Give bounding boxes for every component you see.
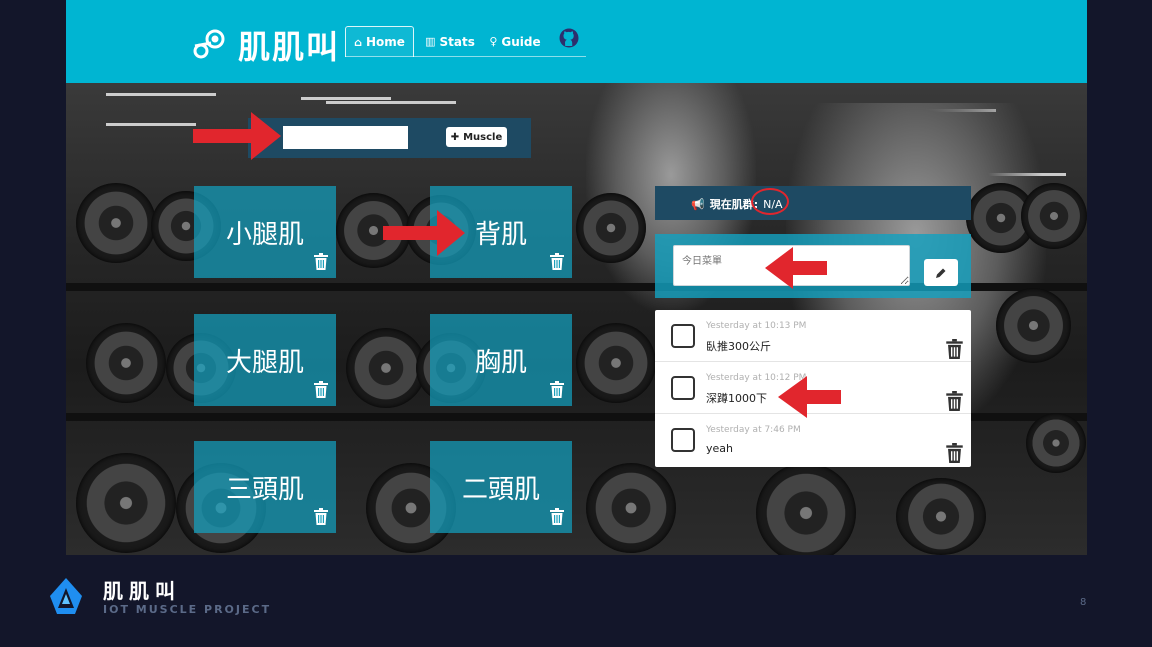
trash-icon[interactable]	[946, 443, 963, 463]
page-number: 8	[1080, 597, 1087, 608]
weight-plate	[76, 453, 176, 553]
add-muscle-button[interactable]: ✚ Muscle	[446, 127, 507, 147]
todo-item: Yesterday at 10:13 PM 臥推300公斤	[655, 310, 971, 362]
muscle-card-label: 小腿肌	[225, 220, 304, 250]
weight-plate	[576, 193, 646, 263]
add-muscle-bar: ✚ Muscle	[248, 118, 531, 158]
ceiling-light	[106, 123, 196, 126]
megaphone-icon: 📢	[691, 197, 705, 211]
tab-guide-label: Guide	[501, 34, 541, 49]
muscle-card-label: 二頭肌	[461, 475, 540, 505]
footer-title: 肌肌叫	[103, 579, 181, 603]
tab-guide[interactable]: ♀ Guide	[485, 26, 545, 57]
brand-title[interactable]: 肌肌叫	[238, 22, 340, 68]
annotation-arrow	[193, 112, 281, 160]
trash-icon[interactable]	[314, 381, 328, 398]
muscle-card-triceps[interactable]: 三頭肌	[194, 441, 336, 533]
steam-logo-icon	[193, 29, 225, 59]
ceiling-light	[326, 101, 456, 104]
todo-text: yeah	[706, 442, 733, 455]
todo-timestamp: Yesterday at 7:46 PM	[706, 425, 801, 435]
trash-icon[interactable]	[946, 391, 963, 411]
add-muscle-button-label: Muscle	[463, 131, 503, 143]
muscle-card-label: 三頭肌	[225, 475, 304, 505]
weight-plate	[896, 478, 986, 555]
trash-icon[interactable]	[946, 339, 963, 359]
tab-stats[interactable]: ▥ Stats	[421, 26, 479, 57]
submit-menu-button[interactable]	[924, 259, 958, 286]
todo-item: Yesterday at 7:46 PM yeah	[655, 414, 971, 466]
trash-icon[interactable]	[550, 253, 564, 270]
nav-tabs: ⌂ Home ▥ Stats ♀ Guide	[345, 26, 586, 57]
weight-plate	[1021, 183, 1087, 249]
weight-plate	[86, 323, 166, 403]
muscle-card-label: 大腿肌	[225, 348, 304, 378]
muscle-card-label: 胸肌	[474, 348, 527, 378]
tab-stats-label: Stats	[439, 34, 475, 49]
annotation-arrow	[765, 247, 827, 289]
todo-checkbox[interactable]	[671, 428, 695, 452]
slide-frame: 肌肌叫 ⌂ Home ▥ Stats ♀ Guide ✚ Muscle 小腿肌 …	[0, 0, 1152, 647]
annotation-arrow	[778, 376, 841, 418]
weight-plate	[76, 183, 156, 263]
trash-icon[interactable]	[314, 253, 328, 270]
current-muscle-status: 📢 現在肌群: N/A	[655, 186, 971, 220]
todo-text: 深蹲1000下	[706, 392, 767, 405]
pencil-icon	[936, 268, 946, 278]
app-screenshot: 肌肌叫 ⌂ Home ▥ Stats ♀ Guide ✚ Muscle 小腿肌 …	[66, 0, 1087, 555]
weight-plate	[576, 323, 656, 403]
trash-icon[interactable]	[550, 381, 564, 398]
ceiling-light	[301, 97, 391, 100]
top-navbar: 肌肌叫 ⌂ Home ▥ Stats ♀ Guide	[66, 0, 1087, 83]
todo-text: 臥推300公斤	[706, 340, 771, 353]
ceiling-light	[106, 93, 216, 96]
tab-home-label: Home	[365, 35, 405, 49]
weight-plate	[346, 328, 426, 408]
weight-plate	[996, 288, 1071, 363]
home-icon: ⌂	[354, 35, 362, 49]
footer-subtitle: IOT MUSCLE PROJECT	[103, 603, 272, 616]
project-logo-icon	[50, 578, 82, 614]
plus-icon: ✚	[450, 131, 460, 143]
weight-plate	[586, 463, 676, 553]
todo-checkbox[interactable]	[671, 376, 695, 400]
annotation-arrow	[383, 210, 465, 256]
bar-chart-icon: ▥	[425, 35, 436, 48]
muscle-card-biceps[interactable]: 二頭肌	[430, 441, 572, 533]
todo-timestamp: Yesterday at 10:13 PM	[706, 321, 807, 331]
weight-plate	[756, 463, 856, 555]
tab-home[interactable]: ⌂ Home	[345, 26, 414, 57]
trash-icon[interactable]	[314, 508, 328, 525]
muscle-card-thigh[interactable]: 大腿肌	[194, 314, 336, 406]
github-icon[interactable]	[559, 28, 579, 48]
annotation-circle	[751, 188, 789, 215]
todo-checkbox[interactable]	[671, 324, 695, 348]
muscle-name-input[interactable]	[283, 126, 408, 149]
weight-plate	[1026, 413, 1086, 473]
lightbulb-icon: ♀	[489, 35, 498, 48]
muscle-card-chest[interactable]: 胸肌	[430, 314, 572, 406]
muscle-card-calf[interactable]: 小腿肌	[194, 186, 336, 278]
trash-icon[interactable]	[550, 508, 564, 525]
